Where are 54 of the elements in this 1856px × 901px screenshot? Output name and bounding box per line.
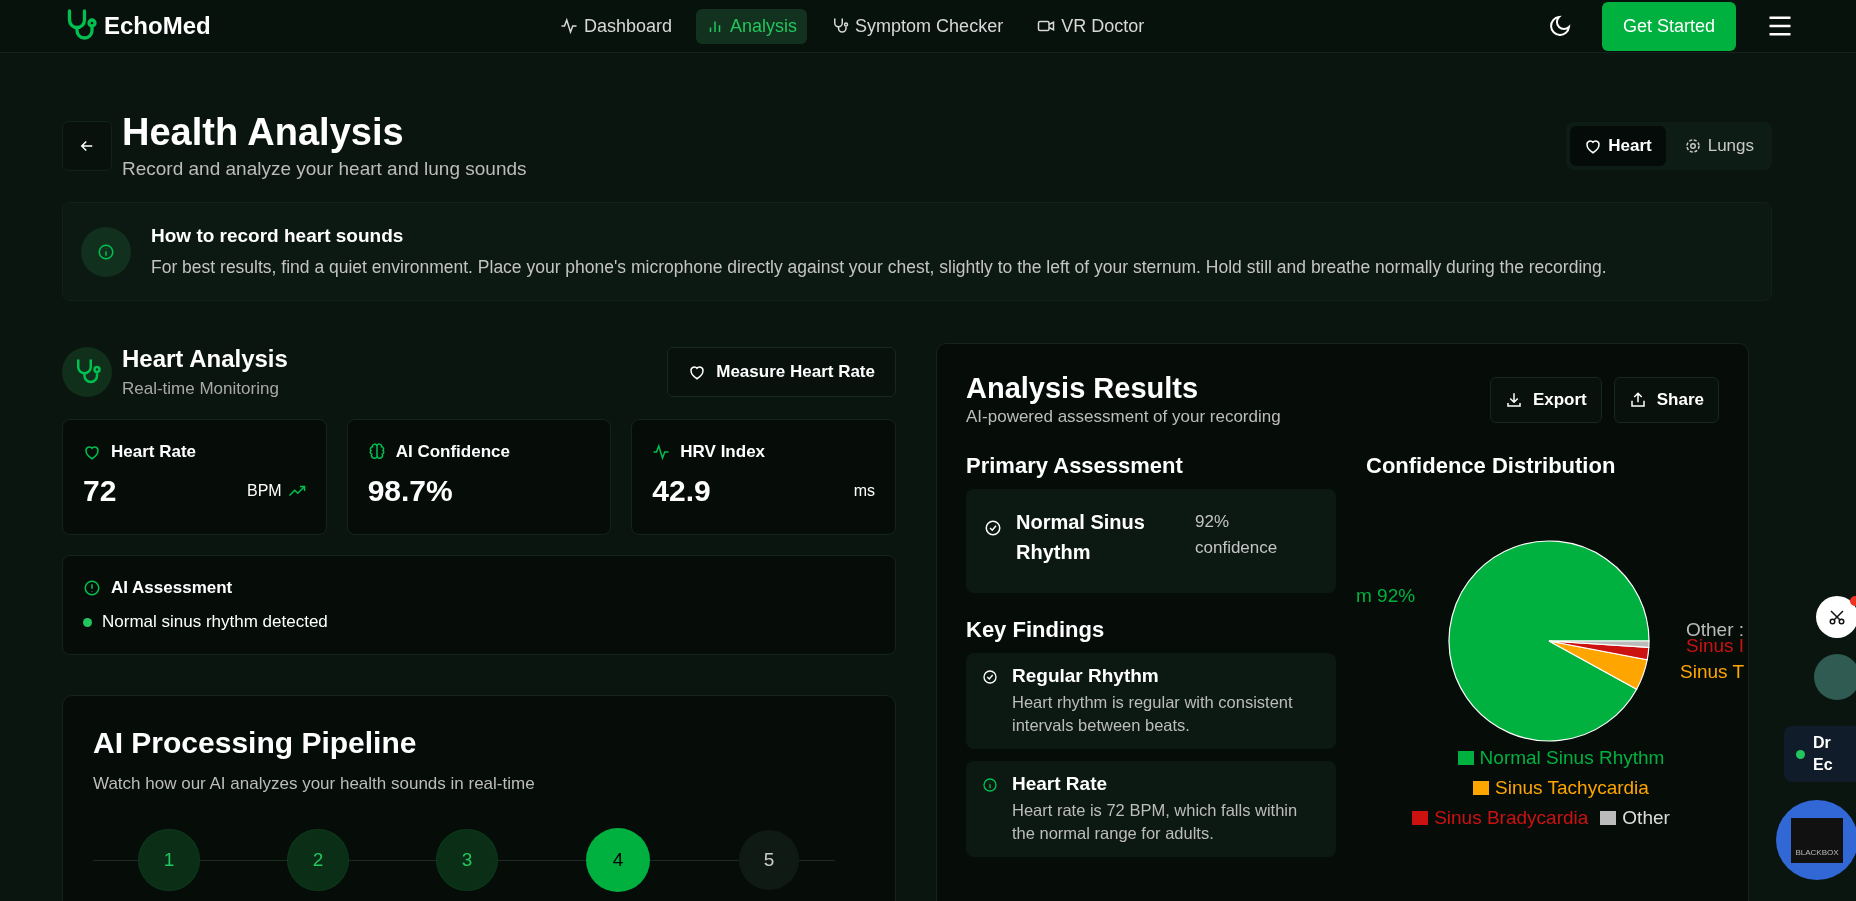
chat-card[interactable]: Dr Ec: [1784, 726, 1856, 782]
export-button[interactable]: Export: [1489, 376, 1602, 423]
finding-text: Heart rhythm is regular with consistent intervals between beats.: [1012, 692, 1294, 737]
legend-item: Sinus Tachycardia: [1406, 777, 1716, 799]
nav-link[interactable]: VR Doctor: [1027, 8, 1155, 44]
assessment-name: Normal Sinus Rhythm: [1016, 510, 1146, 565]
results-subtitle: AI-powered assessment of your recording: [966, 407, 1281, 427]
pipeline-step: 3: [437, 830, 497, 890]
stat-unit: ms: [853, 482, 875, 500]
legend-item: Sinus Bradycardia: [1412, 807, 1589, 829]
finding-text: Heart rate is 72 BPM, which falls within the normal range for adults.: [1012, 800, 1299, 845]
findings-heading: Key Findings: [966, 617, 1106, 643]
card-text: Ec: [1813, 755, 1833, 775]
nav-link[interactable]: Dashboard: [550, 8, 683, 44]
mode-tab[interactable]: Lungs: [1669, 125, 1768, 166]
slice-label: Sinus T: [1680, 661, 1745, 683]
legend-item: Other: [1600, 807, 1670, 829]
stat-value: 98.7%: [367, 474, 454, 508]
card-text: Dr: [1813, 732, 1832, 753]
stat-label: AI Confidence: [395, 442, 510, 462]
stat-unit: BPM: [247, 482, 282, 500]
page-title: Health Analysis: [122, 111, 405, 154]
mode-tab[interactable]: Heart: [1570, 125, 1666, 166]
page-subtitle: Record and analyze your heart and lung sounds: [122, 158, 528, 180]
nav-link[interactable]: Analysis: [696, 8, 808, 44]
info-text: For best results, find a quiet environment. Place your phone's microphone directly against your chest, slightly to the left of your sternum. Hold still and breathe normally during the recording.: [151, 257, 1607, 278]
brand-name[interactable]: EchoMed: [104, 12, 211, 40]
measure-button[interactable]: Measure Heart Rate: [667, 347, 896, 397]
section-title: Heart Analysis: [122, 345, 289, 373]
slice-label: m 92%: [1356, 585, 1416, 607]
finding-title: Heart Rate: [1012, 773, 1109, 796]
results-title: Analysis Results: [966, 372, 1200, 405]
pipeline-step: 4: [586, 828, 650, 892]
pipeline-step: 5: [739, 830, 799, 890]
assistant-button[interactable]: BLACKBOX: [1776, 800, 1856, 880]
share-button[interactable]: Share: [1613, 376, 1719, 423]
pipeline-step: 1: [139, 830, 199, 890]
assessment-text: Normal sinus rhythm detected: [102, 612, 328, 632]
stat-label: HRV Index: [680, 442, 766, 462]
assessment-title: AI Assessment: [111, 578, 233, 598]
pipeline-step: 2: [288, 830, 348, 890]
confidence-text: 92% confidence: [1195, 511, 1279, 559]
legend-item: Normal Sinus Rhythm: [1406, 747, 1716, 769]
finding-title: Regular Rhythm: [1012, 665, 1160, 687]
primary-heading: Primary Assessment: [966, 453, 1184, 479]
stat-label: Heart Rate: [111, 442, 197, 462]
stat-value: 72: [83, 474, 118, 508]
chart-heading: Confidence Distribution: [1366, 453, 1617, 479]
stat-value: 42.9: [652, 474, 712, 508]
pipeline-subtitle: Watch how our AI analyzes your health sounds in real-time: [93, 774, 536, 794]
nav-link[interactable]: Symptom Checker: [821, 8, 1014, 44]
info-title: How to record heart sounds: [151, 225, 405, 247]
section-subtitle: Real-time Monitoring: [122, 379, 280, 399]
pipeline-title: AI Processing Pipeline: [93, 726, 418, 760]
